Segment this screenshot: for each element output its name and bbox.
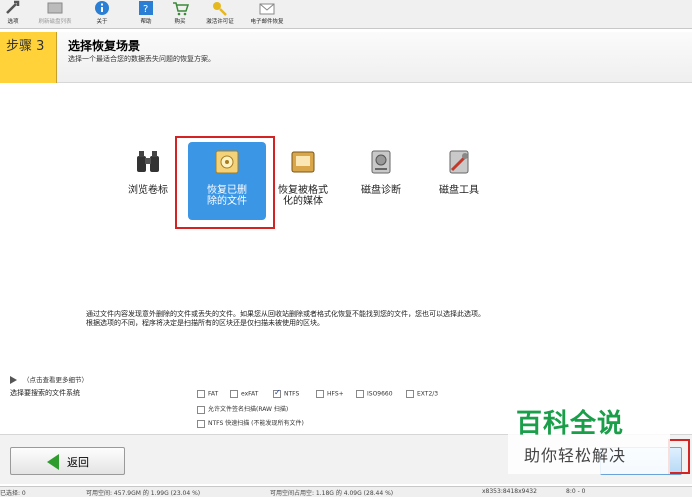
status-disk: 8:0 - 0 xyxy=(566,488,586,495)
mail-icon xyxy=(259,3,275,15)
filesystem-label: 选择要搜索的文件系统 xyxy=(10,389,80,397)
wrench-icon xyxy=(6,0,20,14)
status-free-space: 可用空间: 457.9GM 的 1.99G (23.04 %) xyxy=(86,490,201,497)
recover-deleted-icon xyxy=(215,150,239,174)
step-badge: 步骤 3 xyxy=(0,32,57,83)
info-icon xyxy=(95,1,109,15)
back-button[interactable]: 返回 xyxy=(10,447,125,475)
status-bar: 已选择: 0 可用空间: 457.9GM 的 1.99G (23.04 %) 可… xyxy=(0,486,692,497)
checkbox-ntfs[interactable]: NTFS xyxy=(273,388,299,398)
checkbox-fat[interactable]: FAT xyxy=(197,390,218,398)
step-header: 步骤 3 选择恢复场景 选择一个最适合您的数据丢失问题的恢复方案。 xyxy=(0,32,692,83)
checkbox-raw-scan[interactable]: 允许文件签名扫描(RAW 扫描) xyxy=(197,404,288,414)
disk-refresh-icon xyxy=(47,2,63,14)
watermark-title: 百科全说 xyxy=(516,409,625,439)
toolbar: 选项 刷新磁盘列表 关于 ? 帮助 购买 激活许可证 电子邮件恢复 xyxy=(0,0,692,29)
refresh-disks-button[interactable]: 刷新磁盘列表 xyxy=(32,0,78,29)
status-used-space: 可用空间占用空: 1.18G 的 4.09G (28.44 %) xyxy=(270,490,394,497)
disk-diagnose-icon xyxy=(371,150,391,174)
next-annotation-box xyxy=(668,439,690,474)
checkbox-ext23[interactable]: EXT2/3 xyxy=(406,390,438,398)
help-button[interactable]: ? 帮助 xyxy=(132,0,160,29)
recover-format-icon xyxy=(291,151,315,173)
email-recovery-button[interactable]: 电子邮件恢复 xyxy=(244,0,290,29)
checkbox-exfat[interactable]: exFAT xyxy=(230,390,258,398)
options-button[interactable]: 选项 xyxy=(2,0,24,29)
buy-button[interactable]: 购买 xyxy=(166,0,194,29)
checkbox-iso9660[interactable]: ISO9660 xyxy=(356,390,393,398)
about-button[interactable]: 关于 xyxy=(88,0,116,29)
option-disk-diagnose[interactable]: 磁盘诊断 xyxy=(354,148,408,196)
check-icon xyxy=(273,388,281,398)
disk-tools-icon xyxy=(449,150,469,174)
checkbox-hfs[interactable]: HFS+ xyxy=(316,390,344,398)
key-icon xyxy=(213,2,227,16)
details-expander[interactable]: （点击查看更多细节） xyxy=(10,374,88,384)
option-description: 通过文件内容发现意外删除的文件或丢失的文件。如果您从回收站删除或者格式化恢复不能… xyxy=(86,310,485,327)
option-recover-deleted[interactable]: 恢复已删除的文件 xyxy=(192,148,262,207)
checkbox-ntfs-fast[interactable]: NTFS 快速扫描 (不能发现所有文件) xyxy=(197,418,304,428)
cart-icon xyxy=(173,2,189,16)
status-position: x8353:8418x9432 xyxy=(482,488,537,495)
page-title: 选择恢复场景 xyxy=(68,39,141,53)
help-icon: ? xyxy=(139,1,153,15)
status-selected: 已选择: 0 xyxy=(0,490,26,497)
back-arrow-icon xyxy=(47,454,59,470)
option-disk-tools[interactable]: 磁盘工具 xyxy=(432,148,486,196)
watermark-subtitle: 助你轻松解决 xyxy=(524,446,627,465)
svg-text:?: ? xyxy=(143,4,148,15)
activate-license-button[interactable]: 激活许可证 xyxy=(200,0,240,29)
expand-triangle-icon xyxy=(10,376,17,384)
binoculars-icon xyxy=(137,151,159,172)
page-subtitle: 选择一个最适合您的数据丢失问题的恢复方案。 xyxy=(68,55,215,63)
option-browse-volume[interactable]: 浏览卷标 xyxy=(120,148,176,196)
option-recover-formatted[interactable]: 恢复被格式化的媒体 xyxy=(274,148,332,207)
